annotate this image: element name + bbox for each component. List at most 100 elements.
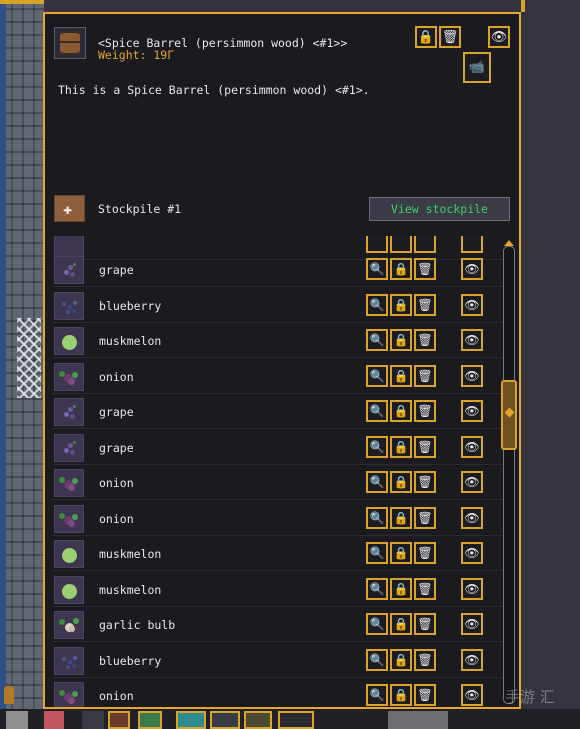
hide-eye-button[interactable]: 👁 xyxy=(461,471,483,493)
dump-trash-button[interactable]: 🗑 xyxy=(414,542,436,564)
dump-trash-button[interactable]: 🗑 xyxy=(414,684,436,706)
inspect-magnify-button[interactable]: 🔍 xyxy=(366,435,388,458)
dump-trash-button[interactable]: 🗑 xyxy=(414,435,436,458)
hide-eye-button[interactable]: 👁 xyxy=(461,400,483,422)
icon-pixel xyxy=(59,370,65,377)
hide-eye-button[interactable]: 👁 xyxy=(461,258,483,280)
scrollbar-track[interactable] xyxy=(503,246,515,704)
inspect-magnify-button[interactable]: 🔍 xyxy=(366,648,388,671)
dump-trash-button[interactable]: 🗑 xyxy=(414,506,436,529)
icon-pixel xyxy=(72,691,78,697)
eye-icon: 👁 xyxy=(464,404,480,418)
citizen-icon[interactable] xyxy=(138,711,162,729)
dump-trash-button[interactable]: 🗑 xyxy=(414,648,436,671)
dump-trash-button[interactable]: 🗑 xyxy=(414,258,436,280)
trash-icon: 🗑 xyxy=(417,652,433,667)
inspect-magnify-button[interactable]: 🔍 xyxy=(366,329,388,351)
forbid-lock-button[interactable]: 🔒 xyxy=(390,435,412,458)
hide-eye-button[interactable]: 👁 xyxy=(461,435,483,458)
lock-icon: 🔒 xyxy=(393,688,409,702)
icon-pixel xyxy=(68,519,75,527)
forbid-lock-button[interactable]: 🔒 xyxy=(390,400,412,422)
dump-trash-button[interactable]: 🗑 xyxy=(414,400,436,422)
inspect-magnify-button[interactable]: 🔍 xyxy=(366,400,388,422)
icon-pixel xyxy=(72,513,78,520)
forbid-lock-button[interactable]: 🔒 xyxy=(390,577,412,600)
inspect-magnify-button[interactable]: 🔍 xyxy=(366,577,388,600)
icon-pixel xyxy=(68,659,72,664)
resize-icon[interactable] xyxy=(210,711,240,729)
list-item: onion 🔍 🔒 🗑 👁 xyxy=(52,465,502,500)
hide-eye-button[interactable]: 👁 xyxy=(488,26,510,48)
follow-camera-button[interactable]: 📹 xyxy=(463,52,491,83)
hide-eye-button[interactable]: 👁 xyxy=(461,613,483,635)
zone-grid-icon[interactable] xyxy=(176,711,206,729)
forbid-lock-button[interactable]: 🔒 xyxy=(390,364,412,387)
magnify-icon: 🔍 xyxy=(369,475,385,489)
list-item: grape 🔍 🔒 🗑 👁 xyxy=(52,252,502,287)
inspect-magnify-button[interactable]: 🔍 xyxy=(366,258,388,280)
forbid-lock-button[interactable]: 🔒 xyxy=(390,542,412,564)
list-item: grape 🔍 🔒 🗑 👁 xyxy=(52,430,502,465)
terrain-preview xyxy=(388,711,448,729)
hide-eye-button[interactable]: 👁 xyxy=(461,577,483,600)
inspect-magnify-button[interactable]: 🔍 xyxy=(366,542,388,564)
grape-icon xyxy=(54,433,84,462)
dump-trash-button[interactable]: 🗑 xyxy=(414,613,436,635)
dump-trash-button[interactable]: 🗑 xyxy=(414,577,436,600)
forbid-lock-button[interactable]: 🔒 xyxy=(390,613,412,635)
hide-eye-button[interactable]: 👁 xyxy=(461,506,483,529)
inspect-magnify-button[interactable]: 🔍 xyxy=(366,613,388,635)
hauling-icon[interactable] xyxy=(244,711,272,729)
item-name: blueberry xyxy=(99,653,162,668)
blueberry-icon xyxy=(54,291,84,320)
inspect-magnify-button[interactable]: 🔍 xyxy=(366,506,388,529)
forbid-lock-button[interactable]: 🔒 xyxy=(390,329,412,351)
dump-trash-button[interactable]: 🗑 xyxy=(414,293,436,316)
hide-eye-button[interactable]: 👁 xyxy=(461,293,483,316)
eraser-icon[interactable] xyxy=(44,711,64,729)
inspect-magnify-button[interactable]: 🔍 xyxy=(366,293,388,316)
dump-trash-button[interactable]: 🗑 xyxy=(439,26,461,48)
hide-eye-button[interactable]: 👁 xyxy=(461,684,483,706)
inspect-magnify-button[interactable]: 🔍 xyxy=(366,684,388,706)
hide-eye-button[interactable]: 👁 xyxy=(461,329,483,351)
dump-trash-button[interactable]: 🗑 xyxy=(414,364,436,387)
hide-eye-button[interactable]: 👁 xyxy=(461,648,483,671)
forbid-lock-button[interactable]: 🔒 xyxy=(390,648,412,671)
onion-icon xyxy=(54,682,84,707)
inspect-magnify-button[interactable]: 🔍 xyxy=(366,471,388,493)
dump-trash-button[interactable]: 🗑 xyxy=(414,471,436,493)
watermark: 手游 汇 xyxy=(505,688,555,706)
forbid-lock-button[interactable]: 🔒 xyxy=(390,506,412,529)
forbid-lock-button[interactable]: 🔒 xyxy=(390,471,412,493)
game-world-left xyxy=(0,0,44,712)
forbid-lock-button[interactable]: 🔒 xyxy=(390,258,412,280)
lock-icon: 🔒 xyxy=(393,333,409,347)
eye-icon: 👁 xyxy=(464,475,480,489)
forbid-lock-button[interactable]: 🔒 xyxy=(390,293,412,316)
item-weight: Weight: 19Γ xyxy=(98,48,175,62)
build-icon[interactable] xyxy=(108,711,130,729)
inspect-magnify-button[interactable]: 🔍 xyxy=(366,364,388,387)
top-left-accent xyxy=(0,0,44,4)
icon-pixel xyxy=(62,548,77,563)
icon-pixel xyxy=(64,412,69,417)
scrollbar-thumb[interactable] xyxy=(501,380,517,450)
dump-trash-button[interactable] xyxy=(414,236,436,253)
dump-trash-button[interactable]: 🗑 xyxy=(414,329,436,351)
hide-eye-button[interactable]: 👁 xyxy=(461,364,483,387)
inspect-magnify-button[interactable] xyxy=(366,236,388,253)
hide-eye-button[interactable] xyxy=(461,236,483,253)
lock-trash-group[interactable] xyxy=(278,711,314,729)
icon-pixel xyxy=(73,440,76,444)
icon-pixel xyxy=(68,304,72,309)
item-description: This is a Spice Barrel (persimmon wood) … xyxy=(58,83,370,97)
forbid-lock-button[interactable] xyxy=(390,236,412,253)
forbid-lock-button[interactable]: 🔒 xyxy=(415,26,437,48)
toolbar-stone-button[interactable] xyxy=(6,711,28,729)
forbid-lock-button[interactable]: 🔒 xyxy=(390,684,412,706)
pickaxe-icon[interactable] xyxy=(82,711,104,729)
view-stockpile-button[interactable]: View stockpile xyxy=(369,197,510,221)
hide-eye-button[interactable]: 👁 xyxy=(461,542,483,564)
